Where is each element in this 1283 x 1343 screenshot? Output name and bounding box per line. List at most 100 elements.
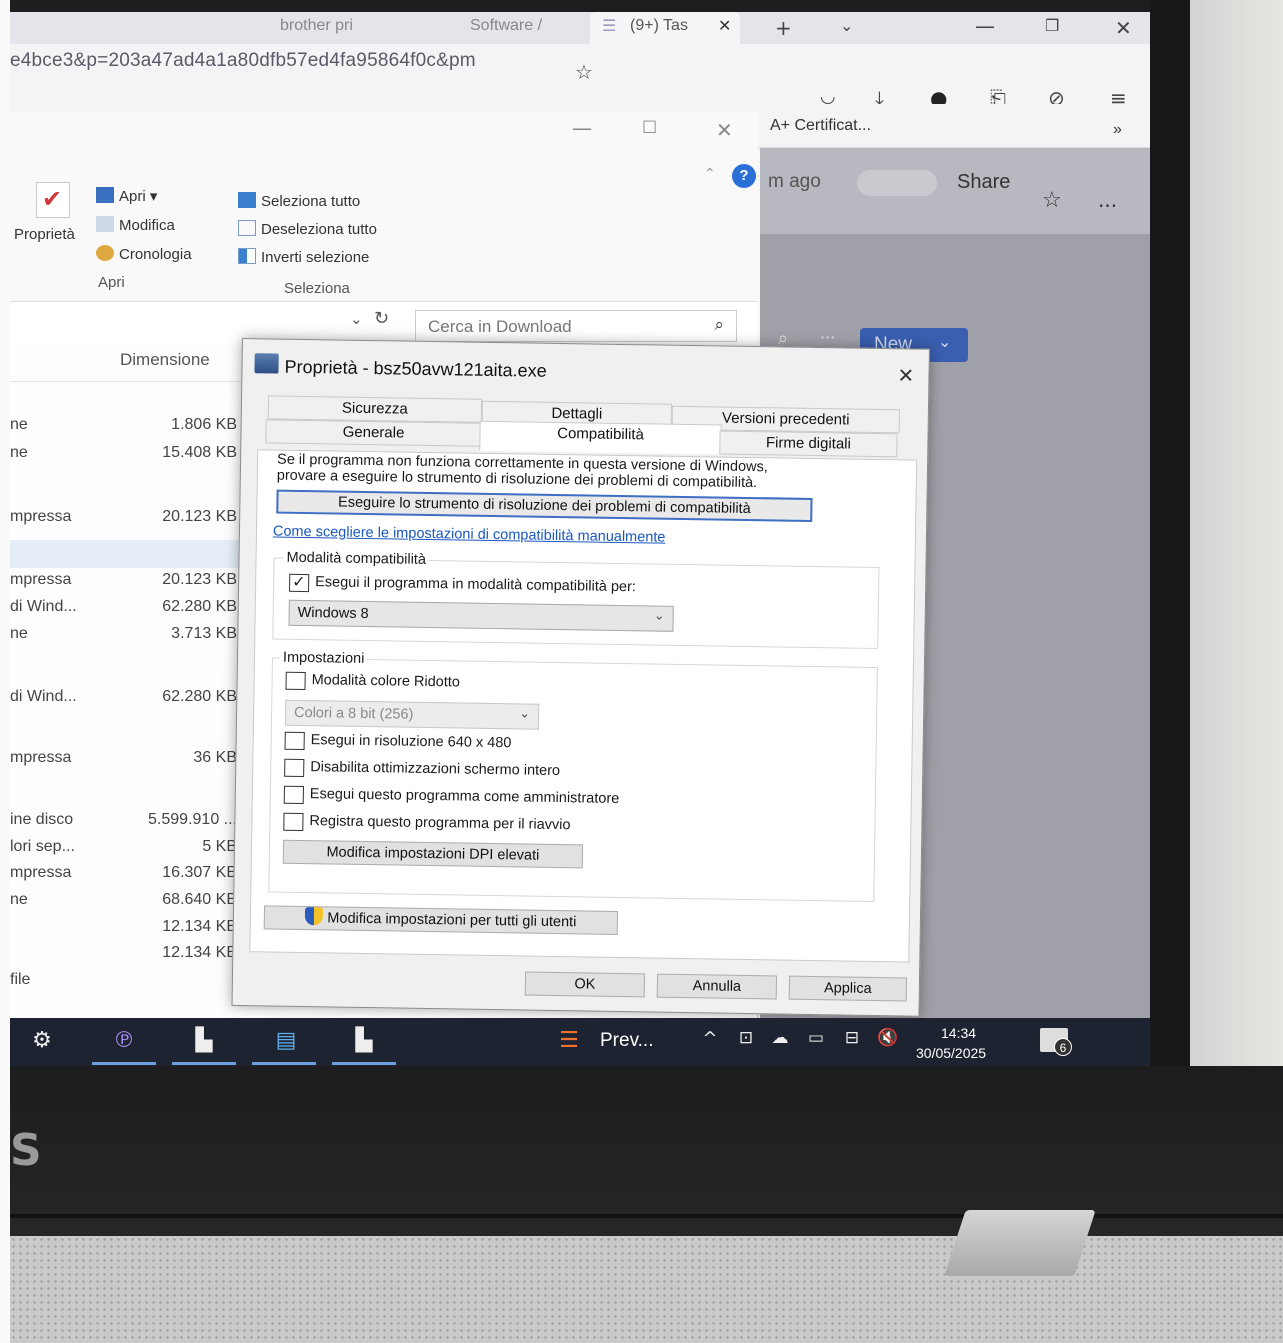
file-size: 1.806 KB [171,416,237,433]
search-icon: ⌕ [714,315,724,335]
tray-app-icon[interactable]: ⊡ [732,1028,760,1052]
running-indicator [172,1062,236,1065]
color-depth-select[interactable]: Colori a 8 bit (256) ⌄ [284,699,540,730]
star-icon[interactable]: ☆ [1042,188,1062,213]
cloud-icon[interactable]: ☁ [766,1028,794,1052]
file-row[interactable]: 12.134 KB [10,940,245,966]
speaker-muted-icon[interactable]: 🔇 [874,1028,902,1052]
file-row[interactable]: mpressa 36 KB [10,745,245,771]
printer-app-icon[interactable]: ▙ [190,1028,218,1053]
history-chevron-icon[interactable]: ⌄ [350,310,363,328]
file-row[interactable]: 12.134 KB [10,914,245,940]
maximize-icon[interactable]: ☐ [642,118,657,138]
close-window-icon[interactable]: ✕ [1115,16,1132,40]
more-dots-icon[interactable]: ··· [820,328,835,347]
close-icon[interactable]: ✕ [897,363,914,388]
settings-group-label: Impostazioni [279,649,368,668]
file-type: ne [10,625,28,642]
browser-tab[interactable]: Software / [470,12,542,44]
cancel-button[interactable]: Annulla [656,973,778,1000]
history-button[interactable]: Cronologia [96,245,192,263]
select-all-button[interactable]: Seleziona tutto [238,192,360,210]
size-column-header[interactable]: Dimensione [120,350,210,370]
open-button[interactable]: Apri ▾ [96,187,157,205]
tab-security[interactable]: Sicurezza [267,395,483,423]
file-type: mpressa [10,571,72,588]
tray-chevron-up-icon[interactable]: ^ [696,1028,724,1052]
ok-button[interactable]: OK [524,971,646,998]
invert-selection-button[interactable]: Inverti selezione [238,248,369,266]
tab-general[interactable]: Generale [265,419,482,447]
file-row[interactable]: ne 3.713 KB [10,621,245,647]
file-type: file [10,971,31,988]
reduced-color-label: Modalità colore Ridotto [311,672,461,691]
tab-compatibility[interactable]: Compatibilità [479,420,722,455]
select-group-label: Seleziona [284,280,350,297]
file-size: 5.599.910 ... [148,811,237,828]
page-meta: m ago [768,171,821,192]
url-field[interactable]: e4bce3&p=203a47ad4a1a80dfb57ed4fa95864f0… [10,50,476,72]
clock-time[interactable]: 14:34 [941,1025,976,1041]
file-row[interactable]: mpressa 20.123 KB [10,567,245,593]
res-640-label: Esegui in risoluzione 640 x 480 [310,732,512,752]
file-row[interactable]: ne 1.806 KB [10,412,245,438]
help-icon[interactable]: ? [732,164,756,188]
preview-app-label[interactable]: Prev... [600,1030,654,1052]
clock-date[interactable]: 30/05/2025 [916,1045,986,1061]
res-640-checkbox[interactable] [284,731,305,751]
dialog-title: Proprietà - bsz50avw121aita.exe [284,356,547,381]
close-icon[interactable]: ✕ [716,118,733,142]
settings-gear-icon[interactable]: ⚙ [28,1028,56,1053]
file-row[interactable]: ne 15.408 KB [10,440,245,466]
minimize-icon[interactable]: — [975,14,995,38]
disable-fullscreen-checkbox[interactable] [284,758,305,778]
compat-mode-checkbox[interactable] [289,573,310,593]
collapse-ribbon-icon[interactable]: ⌃ [704,166,716,182]
tab-digital-signatures[interactable]: Firme digitali [719,430,898,458]
photo-edge [0,0,10,1343]
bookmark-item[interactable]: A+ Certificat... [770,112,871,144]
battery-icon[interactable]: ▭ [802,1028,830,1052]
select-none-button[interactable]: Deseleziona tutto [238,220,377,238]
file-size: 3.713 KB [171,625,237,642]
file-row[interactable]: mpressa 20.123 KB [10,504,245,530]
share-button[interactable]: Share [957,168,1010,200]
file-row[interactable]: ne 68.640 KB [10,887,245,913]
file-row[interactable]: mpressa 16.307 KB [10,860,245,886]
close-tab-icon[interactable]: ✕ [718,12,731,44]
bookmarks-overflow-icon[interactable]: » [1113,116,1122,148]
preview-app-icon[interactable]: ☰ [555,1028,583,1053]
file-row[interactable]: ine disco 5.599.910 ... [10,807,245,833]
avatar-group [857,170,937,196]
network-icon[interactable]: ⊟ [838,1028,866,1052]
control-panel-icon[interactable]: ▤ [272,1028,300,1053]
file-row[interactable]: lori sep... 5 KB [10,834,245,860]
running-indicator [252,1062,316,1065]
file-row[interactable]: di Wind... 62.280 KB [10,684,245,710]
run-admin-checkbox[interactable] [283,785,304,805]
minimize-icon[interactable]: — [572,116,592,140]
notification-icon[interactable]: 6 [1040,1028,1072,1056]
new-tab-icon[interactable]: + [775,16,792,40]
register-restart-checkbox[interactable] [283,812,304,832]
select-none-icon [238,220,256,236]
dpi-settings-button[interactable]: Modifica impostazioni DPI elevati [282,839,584,869]
properties-button[interactable]: Proprietà [14,226,75,243]
file-row[interactable]: file [10,967,245,993]
refresh-icon[interactable]: ↻ [374,308,389,329]
pinned-app-icon[interactable]: ℗ [110,1028,138,1053]
file-row[interactable]: di Wind... 62.280 KB [10,594,245,620]
search-input[interactable]: Cerca in Download ⌕ [415,310,737,342]
edit-button[interactable]: Modifica [96,216,175,234]
tab-list-chevron-icon[interactable]: ⌄ [840,16,853,35]
browser-tab-active[interactable]: ☰ (9+) Tas ✕ [590,12,740,44]
restore-icon[interactable]: ❐ [1045,16,1059,35]
printer-app-icon[interactable]: ▙ [350,1028,378,1053]
more-icon[interactable]: ... [1098,188,1117,212]
reduced-color-checkbox[interactable] [285,671,306,691]
bookmark-star-icon[interactable]: ☆ [575,60,593,84]
file-type: lori sep... [10,838,75,855]
browser-tab[interactable]: brother pri [280,12,353,44]
properties-icon[interactable]: ✔ [36,182,70,218]
apply-button[interactable]: Applica [788,975,908,1002]
